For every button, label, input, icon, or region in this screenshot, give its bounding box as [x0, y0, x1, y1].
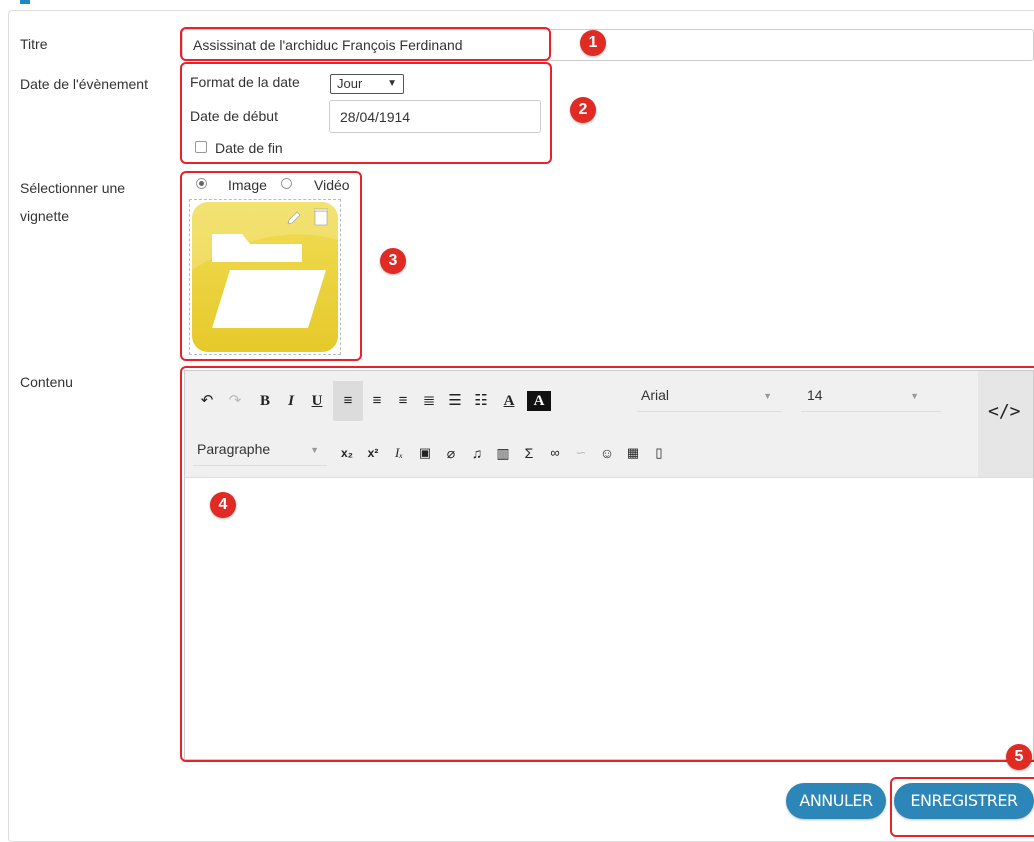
date-format-value: Jour [337, 76, 363, 91]
radio-image-label: Image [228, 177, 267, 193]
dropdown-arrow-icon: ▼ [387, 78, 397, 89]
annotation-box-4 [180, 366, 1034, 762]
start-date-label: Date de début [190, 108, 278, 124]
date-format-label: Format de la date [190, 74, 300, 90]
annotation-badge-3: 3 [380, 248, 406, 274]
annotation-box-5 [890, 777, 1034, 837]
radio-video[interactable] [281, 178, 292, 189]
cancel-button[interactable]: ANNULER [786, 783, 886, 819]
date-label: Date de l'évènement [20, 76, 148, 92]
end-date-label: Date de fin [215, 140, 283, 156]
radio-image[interactable] [196, 178, 207, 189]
thumbnail-label-line2: vignette [20, 208, 70, 224]
thumbnail-label: Sélectionner une [20, 180, 126, 196]
edit-pencil-icon[interactable] [286, 210, 302, 226]
delete-icon[interactable] [314, 208, 328, 226]
content-label: Contenu [20, 374, 73, 390]
date-format-select[interactable]: Jour ▼ [330, 74, 404, 94]
annotation-badge-1: 1 [580, 30, 606, 56]
header-accent [20, 0, 30, 4]
title-label: Titre [20, 36, 48, 52]
annotation-box-1 [180, 27, 551, 61]
thumbnail-dropzone[interactable] [189, 199, 341, 355]
start-date-input[interactable] [329, 100, 541, 133]
radio-video-label: Vidéo [314, 177, 350, 193]
annotation-badge-4: 4 [210, 492, 236, 518]
annotation-badge-2: 2 [570, 97, 596, 123]
end-date-checkbox[interactable] [195, 141, 207, 153]
annotation-badge-5: 5 [1006, 744, 1032, 770]
